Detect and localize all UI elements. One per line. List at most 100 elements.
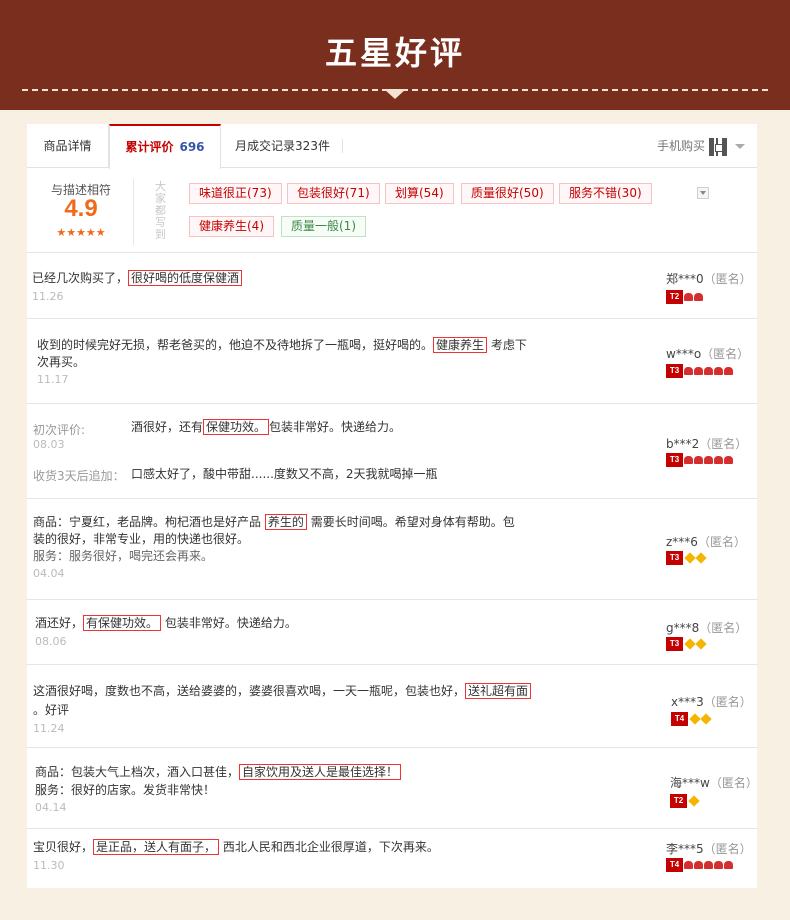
review-text: 商品：包装大气上档次，酒入口甚佳， bbox=[35, 765, 240, 779]
score-box: 与描述相符 4.9 ★★★★★ bbox=[27, 169, 135, 253]
heart-icon bbox=[714, 861, 723, 869]
review-item: 初次评价: 酒很好，还有 保健功效。 包装非常好。快递给力。 08.03 收货3天后… bbox=[27, 405, 757, 499]
reviewer: 李***5（匿名） bbox=[666, 840, 752, 857]
review-item: 商品：宁夏红，老品牌。枸杞酒也是好产品 养生的 需要长时间喝。希望对身体有帮助。… bbox=[27, 500, 757, 600]
heart-icon bbox=[704, 861, 713, 869]
heart-icon bbox=[724, 367, 733, 375]
review-count: 696 bbox=[179, 140, 205, 154]
review-content: 商品：包装大气上档次，酒入口甚佳， 自家饮用及送人是最佳选择！ bbox=[35, 764, 402, 781]
header-banner: 五星好评 bbox=[0, 0, 790, 110]
review-content-line2: 次再买。 bbox=[37, 355, 86, 369]
review-date: 08.03 bbox=[33, 438, 65, 451]
diamond-icon bbox=[695, 552, 707, 564]
reviewer: g***8（匿名） bbox=[666, 619, 747, 636]
reviewer-level: T2 bbox=[670, 794, 700, 808]
review-highlight: 保健功效。 bbox=[203, 419, 270, 435]
anonymous-label: （匿名） bbox=[703, 272, 752, 286]
review-item: 商品：包装大气上档次，酒入口甚佳， 自家饮用及送人是最佳选择！ 服务：很好的店家。… bbox=[27, 749, 758, 829]
banner-title: 五星好评 bbox=[324, 34, 465, 72]
review-highlight: 健康养生 bbox=[433, 337, 488, 353]
tag-quality-average[interactable]: 质量一般(1) bbox=[281, 216, 366, 237]
reviews-panel: 商品详情 累计评价 696 月成交记录323件 手机购买 与描述相符 4.9 ★★… bbox=[27, 124, 758, 888]
review-text: 包装非常好。快递给力。 bbox=[164, 616, 297, 630]
review-date: 11.30 bbox=[33, 859, 65, 872]
star-rating-icon: ★★★★★ bbox=[56, 226, 106, 239]
divider bbox=[133, 179, 134, 245]
reviewer-level: T3 bbox=[666, 637, 707, 651]
tab-bar: 商品详情 累计评价 696 月成交记录323件 手机购买 bbox=[27, 124, 757, 169]
diamond-icon bbox=[695, 638, 707, 650]
service-review: 服务：很好的店家。发货非常快！ bbox=[35, 783, 216, 797]
reviewer-level: T4 bbox=[671, 712, 712, 726]
review-content-line2: 装的很好，非常专业，用的快递也很好。 bbox=[33, 532, 250, 546]
review-date: 11.24 bbox=[33, 722, 65, 735]
review-highlight: 有保健功效。 bbox=[83, 615, 162, 631]
review-content: 这酒很好喝，度数也不高，送给婆婆的，婆婆很喜欢喝，一天一瓶呢，包装也好， 送礼超有… bbox=[33, 683, 532, 700]
tab-reviews-label: 累计评价 bbox=[125, 140, 174, 154]
reviewer-name: b***2 bbox=[666, 437, 700, 451]
heart-icon bbox=[684, 367, 693, 375]
review-item: 这酒很好喝，度数也不高，送给婆婆的，婆婆很喜欢喝，一天一瓶呢，包装也好， 送礼超有… bbox=[27, 666, 757, 748]
reviewer: w***o（匿名） bbox=[666, 345, 749, 362]
heart-icon bbox=[684, 456, 693, 464]
heart-icon bbox=[704, 367, 713, 375]
review-content: 宝贝很好， 是正品，送人有面子， 西北人民和西北企业很厚道，下次再来。 bbox=[33, 839, 439, 856]
review-text: 收到的时候完好无损，帮老爸买的，他迫不及待地拆了一瓶喝，挺好喝的。 bbox=[37, 338, 434, 352]
qr-code-icon bbox=[709, 137, 727, 156]
anonymous-label: （匿名） bbox=[701, 347, 750, 361]
review-item: 宝贝很好， 是正品，送人有面子， 西北人民和西北企业很厚道，下次再来。 11.30… bbox=[27, 830, 757, 888]
review-highlight: 送礼超有面 bbox=[465, 683, 532, 699]
reviewer: x***3（匿名） bbox=[671, 693, 752, 710]
expand-tags-toggle[interactable] bbox=[697, 187, 709, 199]
tag-quality-good[interactable]: 质量很好(50) bbox=[461, 183, 554, 204]
tab-reviews[interactable]: 累计评价 696 bbox=[109, 124, 221, 169]
review-text: 包装非常好。快递给力。 bbox=[269, 420, 402, 434]
review-content-line2: 。好评 bbox=[33, 703, 70, 717]
tag-health[interactable]: 健康养生(4) bbox=[189, 216, 274, 237]
diamond-icon bbox=[684, 552, 696, 564]
reviewer: 郑***0（匿名） bbox=[666, 270, 752, 287]
tab-details[interactable]: 商品详情 bbox=[27, 124, 109, 168]
review-text: 这酒很好喝，度数也不高，送给婆婆的，婆婆很喜欢喝，一天一瓶呢，包装也好， bbox=[33, 684, 466, 698]
reviewer-name: 海***w bbox=[670, 776, 710, 790]
diamond-icon bbox=[689, 713, 701, 725]
review-highlight: 很好喝的低度保健酒 bbox=[128, 270, 243, 286]
reviewer-level: T3 bbox=[666, 364, 733, 378]
heart-icon bbox=[684, 861, 693, 869]
reviewer-name: z***6 bbox=[666, 535, 698, 549]
tag-taste[interactable]: 味道很正(73) bbox=[189, 183, 282, 204]
heart-icon bbox=[684, 293, 693, 301]
review-content: 已经几次购买了， 很好喝的低度保健酒 bbox=[32, 270, 243, 287]
review-content: 酒还好， 有保健功效。 包装非常好。快递给力。 bbox=[35, 615, 297, 632]
review-text: 酒还好， bbox=[35, 616, 84, 630]
anonymous-label: （匿名） bbox=[699, 437, 748, 451]
reviewer-name: w***o bbox=[666, 347, 702, 361]
diamond-icon bbox=[684, 638, 696, 650]
review-date: 11.26 bbox=[32, 290, 64, 303]
review-text: 考虑下 bbox=[490, 338, 527, 352]
review-date: 08.06 bbox=[35, 635, 67, 648]
tmall-level-icon: T4 bbox=[671, 712, 688, 726]
append-review-label: 收货3天后追加： bbox=[33, 469, 125, 483]
tmall-level-icon: T2 bbox=[666, 290, 683, 304]
review-item: 酒还好， 有保健功效。 包装非常好。快递给力。 08.06 g***8（匿名） T… bbox=[27, 601, 757, 665]
review-highlight: 养生的 bbox=[264, 514, 307, 530]
reviewer: 海***w（匿名） bbox=[670, 774, 758, 791]
diamond-icon bbox=[700, 713, 712, 725]
mobile-purchase[interactable]: 手机购买 bbox=[657, 124, 745, 168]
tag-service[interactable]: 服务不错(30) bbox=[559, 183, 652, 204]
tag-packaging[interactable]: 包装很好(71) bbox=[287, 183, 380, 204]
reviewer-name: 郑***0 bbox=[666, 272, 704, 286]
tag-value[interactable]: 划算(54) bbox=[385, 183, 454, 204]
reviewer-level: T3 bbox=[666, 453, 733, 467]
append-review-content: 口感太好了，酸中带甜......度数又不高，2天我就喝掉一瓶 bbox=[131, 467, 438, 481]
review-text: 宝贝很好， bbox=[33, 840, 94, 854]
tab-sales-records[interactable]: 月成交记录323件 bbox=[223, 139, 343, 153]
reviewer-name: x***3 bbox=[671, 695, 704, 709]
tmall-level-icon: T3 bbox=[666, 637, 683, 651]
reviewer-level: T2 bbox=[666, 290, 703, 304]
chevron-down-icon bbox=[384, 89, 406, 99]
reviewer-level: T3 bbox=[666, 551, 707, 565]
heart-icon bbox=[694, 861, 703, 869]
service-review: 服务：服务很好，喝完还会再来。 bbox=[33, 549, 214, 563]
